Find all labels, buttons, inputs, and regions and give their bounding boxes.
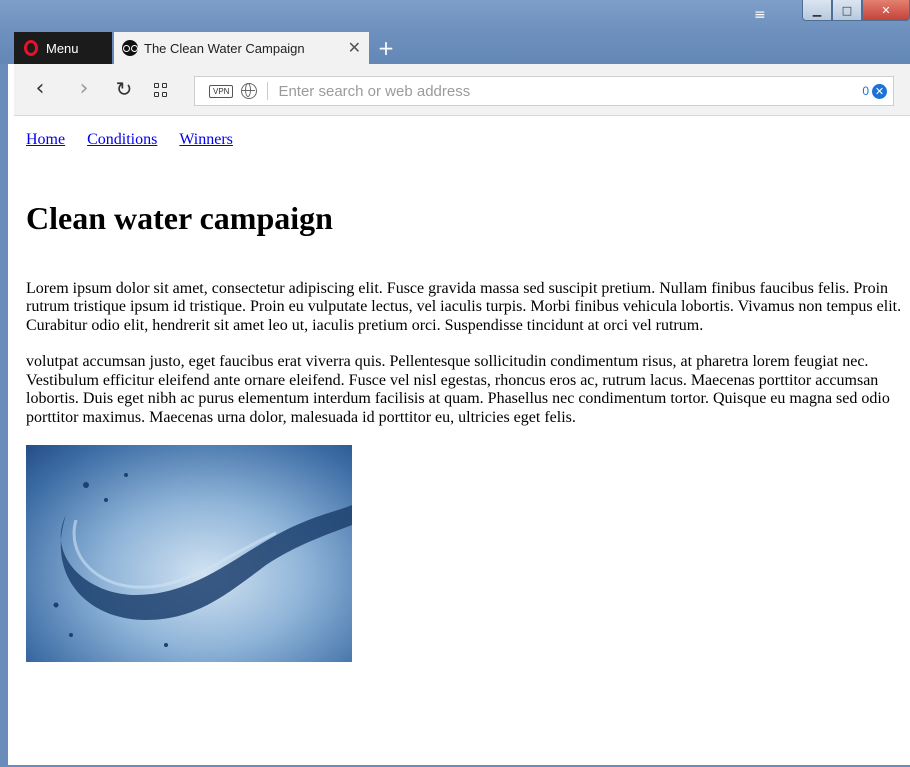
- back-button[interactable]: ‹: [28, 77, 52, 101]
- nav-link-home[interactable]: Home: [26, 131, 65, 148]
- browser-toolbar: ‹ › ↻ VPN 0 ✕: [14, 64, 910, 116]
- reload-button[interactable]: ↻: [112, 77, 136, 101]
- page-content: Home Conditions Winners Clean water campai…: [26, 131, 904, 662]
- tab-title: The Clean Water Campaign: [144, 40, 305, 56]
- opera-menu-button[interactable]: Menu: [14, 32, 112, 64]
- water-splash-image: [26, 445, 352, 662]
- new-tab-button[interactable]: +: [376, 38, 396, 58]
- paragraph-2: volutpat accumsan justo, eget faucibus e…: [26, 353, 890, 426]
- adblock-indicator[interactable]: 0 ✕: [862, 83, 887, 99]
- nav-link-conditions[interactable]: Conditions: [87, 131, 157, 148]
- site-nav: Home Conditions Winners: [26, 131, 904, 150]
- address-input[interactable]: [278, 82, 863, 100]
- favicon-icon: [122, 40, 138, 56]
- address-bar: VPN 0 ✕: [194, 76, 894, 106]
- browser-tab[interactable]: The Clean Water Campaign ✕: [114, 32, 369, 64]
- maximize-button[interactable]: □: [832, 0, 862, 21]
- nav-link-winners[interactable]: Winners: [179, 131, 233, 148]
- vpn-badge[interactable]: VPN: [209, 84, 234, 98]
- globe-icon[interactable]: [241, 83, 258, 99]
- speed-dial-icon[interactable]: [154, 83, 168, 97]
- menu-label: Menu: [46, 40, 79, 56]
- close-tab-icon[interactable]: ✕: [348, 38, 361, 58]
- page-title: Clean water campaign: [26, 199, 333, 236]
- paragraph-1: Lorem ipsum dolor sit amet, consectetur …: [26, 279, 902, 334]
- adblock-count: 0: [862, 84, 869, 98]
- forward-button[interactable]: ›: [72, 77, 96, 101]
- address-separator: [267, 82, 269, 100]
- minimize-button[interactable]: ▁: [802, 0, 832, 21]
- close-window-button[interactable]: ✕: [862, 0, 910, 21]
- window-frame: [0, 64, 8, 767]
- tab-menu-icon[interactable]: ≡: [754, 8, 770, 22]
- opera-logo-icon: [24, 40, 38, 56]
- tab-strip: Menu The Clean Water Campaign ✕ +: [14, 32, 910, 64]
- window-controls: ▁ □ ✕: [802, 0, 910, 22]
- adblock-shield-icon: ✕: [872, 83, 887, 99]
